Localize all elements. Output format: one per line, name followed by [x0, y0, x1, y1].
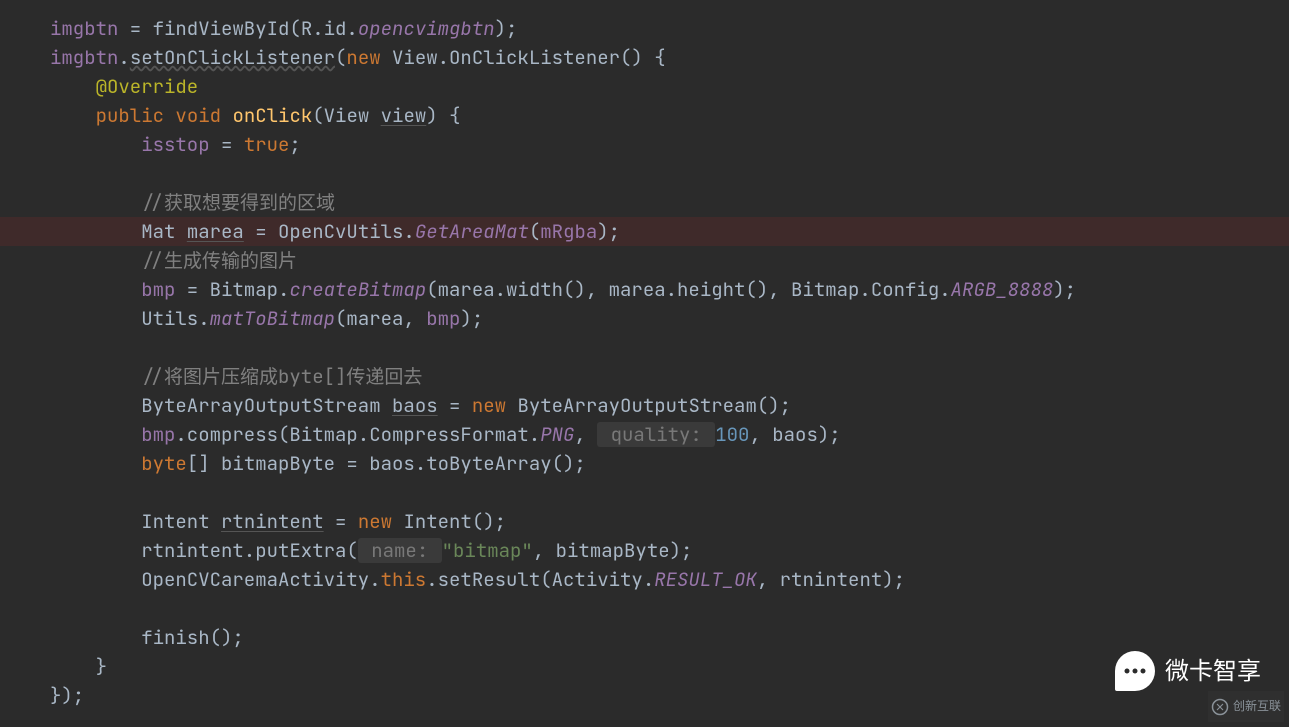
- keyword-this: this: [381, 567, 427, 592]
- code-line[interactable]: byte[] bitmapByte = baos.toByteArray();: [0, 449, 1289, 478]
- code-line[interactable]: [0, 333, 1289, 362]
- param-hint: quality:: [597, 422, 715, 447]
- watermark-corner: 创新互联: [1208, 691, 1284, 722]
- field-ref: imgbtn: [50, 45, 118, 70]
- method-onclick: onClick: [232, 103, 312, 128]
- code-line[interactable]: [0, 478, 1289, 507]
- code-line[interactable]: ByteArrayOutputStream baos = new ByteArr…: [0, 391, 1289, 420]
- code-line[interactable]: rtnintent.putExtra( name: "bitmap", bitm…: [0, 536, 1289, 565]
- keyword-void: void: [175, 103, 232, 128]
- code-line[interactable]: Intent rtnintent = new Intent();: [0, 507, 1289, 536]
- field-ref: bmp: [141, 277, 175, 302]
- watermark-corner-text: 创新互联: [1233, 692, 1281, 721]
- watermark-wechat: 微卡智享: [1115, 651, 1261, 691]
- static-method: createBitmap: [289, 277, 426, 302]
- keyword-new: new: [358, 509, 404, 534]
- static-field: PNG: [540, 422, 574, 447]
- code-line[interactable]: finish();: [0, 623, 1289, 652]
- code-line[interactable]: OpenCVCaremaActivity.this.setResult(Acti…: [0, 565, 1289, 594]
- code-line[interactable]: });: [0, 681, 1289, 710]
- code-line[interactable]: //将图片压缩成byte[]传递回去: [0, 362, 1289, 391]
- code-line[interactable]: //生成传输的图片: [0, 246, 1289, 275]
- code-line[interactable]: bmp = Bitmap.createBitmap(marea.width(),…: [0, 275, 1289, 304]
- wechat-icon: [1115, 651, 1155, 691]
- field-ref: isstop: [141, 132, 209, 157]
- code-line[interactable]: [0, 594, 1289, 623]
- keyword-new: new: [472, 393, 518, 418]
- code-line-highlighted[interactable]: Mat marea = OpenCvUtils.GetAreaMat(mRgba…: [0, 217, 1289, 246]
- comment: //将图片压缩成byte[]传递回去: [141, 364, 422, 389]
- comment: //生成传输的图片: [141, 248, 297, 273]
- static-method: matToBitmap: [210, 306, 335, 331]
- keyword-byte: byte: [141, 451, 187, 476]
- string-literal: "bitmap": [442, 538, 533, 563]
- field-ref: bmp: [141, 422, 175, 447]
- code-line[interactable]: //获取想要得到的区域: [0, 188, 1289, 217]
- code-line[interactable]: bmp.compress(Bitmap.CompressFormat.PNG, …: [0, 420, 1289, 449]
- logo-icon: [1211, 698, 1229, 716]
- code-line[interactable]: isstop = true;: [0, 130, 1289, 159]
- code-editor[interactable]: imgbtn = findViewById(R.id.opencvimgbtn)…: [0, 0, 1289, 710]
- keyword-new: new: [346, 45, 392, 70]
- field-ref: bmp: [426, 306, 460, 331]
- static-field: opencvimgbtn: [358, 16, 495, 41]
- annotation-override: @Override: [96, 74, 199, 99]
- static-field: RESULT_OK: [654, 567, 757, 592]
- param-hint: name:: [358, 538, 442, 563]
- static-method: GetAreaMat: [415, 219, 529, 244]
- keyword-true: true: [244, 132, 290, 157]
- static-field: ARGB_8888: [951, 277, 1054, 302]
- number-literal: 100: [715, 422, 749, 447]
- keyword-public: public: [96, 103, 176, 128]
- code-line[interactable]: imgbtn.setOnClickListener(new View.OnCli…: [0, 43, 1289, 72]
- field-ref: mRgba: [540, 219, 597, 244]
- code-line[interactable]: }: [0, 652, 1289, 681]
- field-ref: imgbtn: [50, 16, 118, 41]
- code-line[interactable]: @Override: [0, 72, 1289, 101]
- watermark-text: 微卡智享: [1165, 657, 1261, 686]
- code-line[interactable]: imgbtn = findViewById(R.id.opencvimgbtn)…: [0, 14, 1289, 43]
- code-line[interactable]: public void onClick(View view) {: [0, 101, 1289, 130]
- code-line[interactable]: Utils.matToBitmap(marea, bmp);: [0, 304, 1289, 333]
- code-line[interactable]: [0, 159, 1289, 188]
- comment: //获取想要得到的区域: [141, 190, 335, 215]
